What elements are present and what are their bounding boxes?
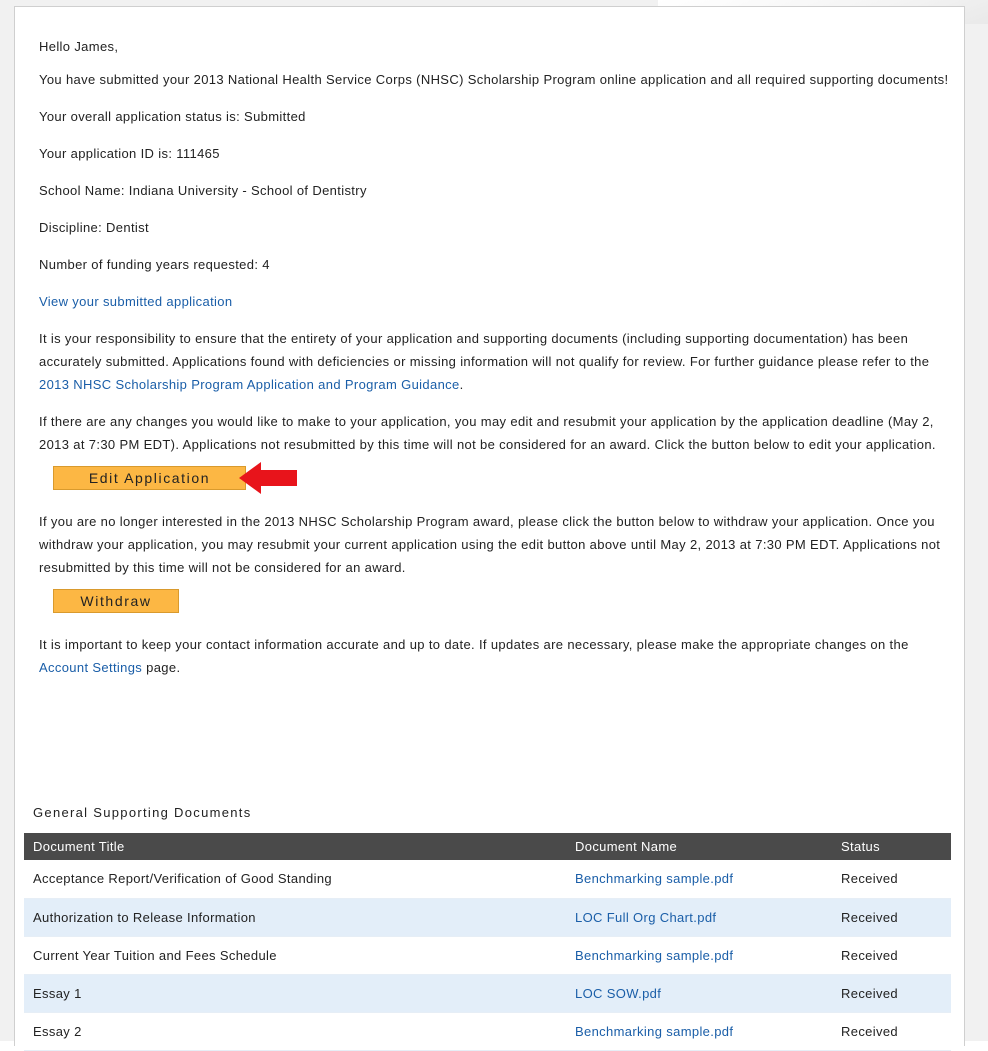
table-header-row: Document Title Document Name Status (24, 833, 951, 860)
account-settings-link[interactable]: Account Settings (39, 660, 142, 675)
red-arrow-icon (239, 462, 297, 494)
changes-paragraph: If there are any changes you would like … (39, 414, 936, 452)
document-file-link[interactable]: Benchmarking sample.pdf (575, 948, 733, 963)
docs-section-title: General Supporting Documents (33, 805, 252, 820)
table-row: Current Year Tuition and Fees Schedule B… (24, 936, 951, 975)
document-file-link[interactable]: Benchmarking sample.pdf (575, 871, 733, 886)
document-status: Received (832, 936, 951, 975)
withdraw-paragraph: If you are no longer interested in the 2… (39, 514, 941, 575)
greeting: Hello James, (39, 39, 119, 54)
header-document-title: Document Title (24, 833, 566, 860)
status-content: Hello James, You have submitted your 201… (39, 35, 949, 693)
table-row: Essay 1 LOC SOW.pdf Received (24, 974, 951, 1013)
contact-end: page. (142, 660, 181, 675)
document-status: Received (832, 1012, 951, 1051)
header-status: Status (832, 833, 951, 860)
document-title: Essay 2 (24, 1012, 566, 1051)
application-status: Your overall application status is: Subm… (39, 109, 306, 124)
funding-years: Number of funding years requested: 4 (39, 257, 270, 272)
withdraw-button-row: Withdraw (39, 589, 949, 619)
document-file-link[interactable]: LOC SOW.pdf (575, 986, 661, 1001)
view-application-link[interactable]: View your submitted application (39, 294, 232, 309)
contact-text: It is important to keep your contact inf… (39, 637, 909, 652)
submitted-message: You have submitted your 2013 National He… (39, 72, 949, 87)
supporting-documents-table: Document Title Document Name Status Acce… (24, 833, 951, 1051)
contact-paragraph: It is important to keep your contact inf… (39, 633, 949, 679)
document-title: Authorization to Release Information (24, 898, 566, 937)
school-name: School Name: Indiana University - School… (39, 183, 367, 198)
edit-button-row: Edit Application (39, 462, 949, 496)
responsibility-paragraph: It is your responsibility to ensure that… (39, 327, 949, 396)
responsibility-text: It is your responsibility to ensure that… (39, 331, 930, 369)
document-status: Received (832, 974, 951, 1013)
program-guidance-link[interactable]: 2013 NHSC Scholarship Program Applicatio… (39, 377, 460, 392)
document-file-link[interactable]: Benchmarking sample.pdf (575, 1024, 733, 1039)
header-document-name: Document Name (566, 833, 832, 860)
document-status: Received (832, 860, 951, 899)
application-id: Your application ID is: 111465 (39, 146, 220, 161)
document-file-link[interactable]: LOC Full Org Chart.pdf (575, 910, 716, 925)
edit-application-button[interactable]: Edit Application (53, 466, 246, 490)
document-status: Received (832, 898, 951, 937)
responsibility-end: . (459, 377, 464, 392)
document-title: Acceptance Report/Verification of Good S… (24, 860, 566, 899)
table-row: Essay 2 Benchmarking sample.pdf Received (24, 1012, 951, 1051)
withdraw-button[interactable]: Withdraw (53, 589, 179, 613)
view-application-row: View your submitted application (39, 290, 949, 313)
document-title: Essay 1 (24, 974, 566, 1013)
table-row: Authorization to Release Information LOC… (24, 898, 951, 937)
table-row: Acceptance Report/Verification of Good S… (24, 860, 951, 899)
discipline: Discipline: Dentist (39, 220, 149, 235)
document-title: Current Year Tuition and Fees Schedule (24, 936, 566, 975)
